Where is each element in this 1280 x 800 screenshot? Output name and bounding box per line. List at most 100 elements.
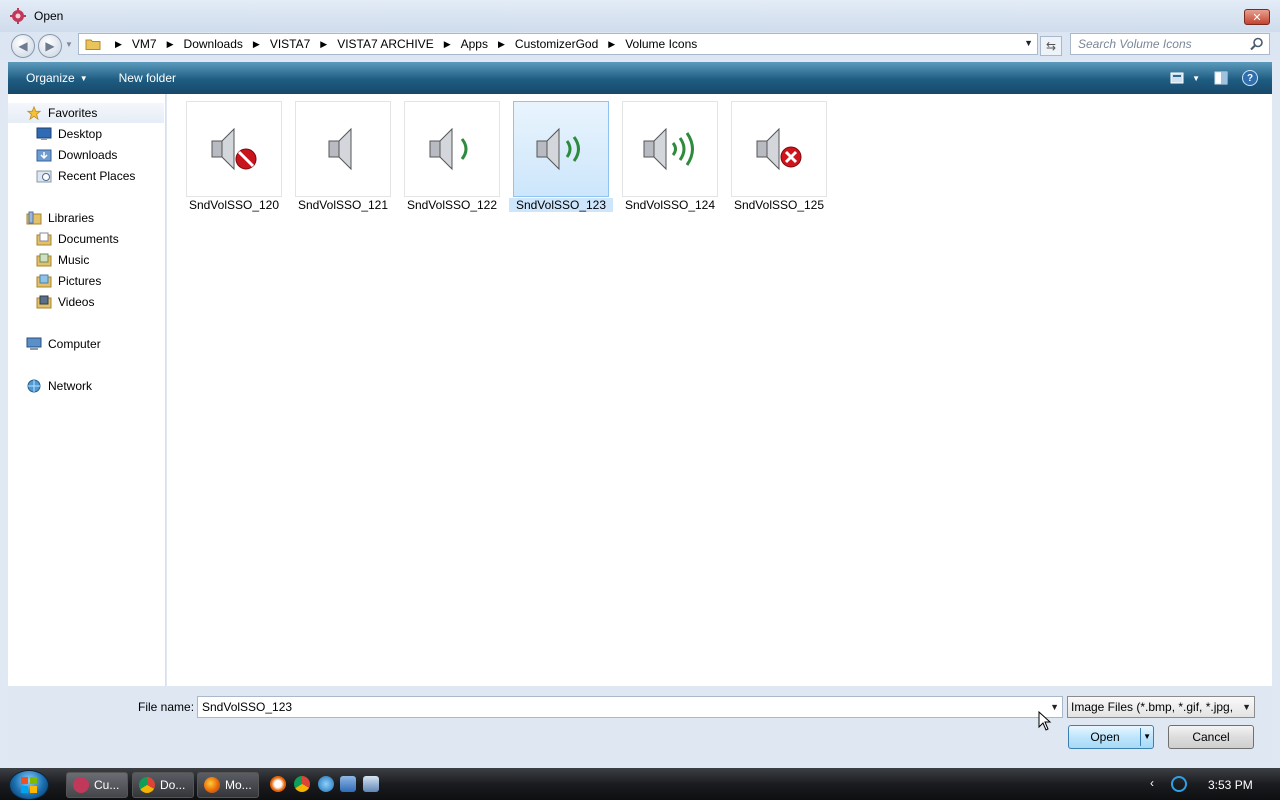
navigation-pane: Favorites Desktop Downloads Recent Place… [8,94,166,686]
videos-icon [36,295,52,309]
file-type-value: Image Files (*.bmp, *.gif, *.jpg, [1071,700,1234,714]
file-thumbnail [513,101,609,197]
app-gear-icon [73,777,89,793]
nav-documents[interactable]: Documents [36,229,119,249]
nav-favorites[interactable]: Favorites [8,103,164,123]
file-name: SndVolSSO_123 [509,198,613,212]
start-button[interactable] [9,770,49,800]
breadcrumb-item[interactable]: CustomizerGod ▶ [515,37,625,51]
nav-downloads[interactable]: Downloads [36,145,117,165]
file-name-input[interactable]: SndVolSSO_123 ▼ [197,696,1063,718]
quicklaunch-firefox-icon[interactable] [270,776,286,792]
chevron-down-icon: ▼ [1242,702,1251,712]
refresh-button[interactable]: ⇆ [1040,36,1062,56]
tray-app-icon[interactable] [1171,776,1187,792]
title-bar: Open ✕ [0,0,1280,32]
forward-arrow-icon: ▶ [45,39,55,53]
taskbar-item-chrome[interactable]: Do... [132,772,194,798]
file-thumbnail [731,101,827,197]
file-name-value: SndVolSSO_123 [202,700,293,714]
address-bar[interactable]: ▶ VM7 ▶ Downloads ▶ VISTA7 ▶ VISTA7 ARCHIVE… [78,33,1038,55]
file-name: SndVolSSO_125 [733,198,825,212]
taskbar-item-customizergod[interactable]: Cu... [66,772,128,798]
nav-computer[interactable]: Computer [26,334,101,354]
downloads-folder-icon [36,148,52,162]
file-type-select[interactable]: Image Files (*.bmp, *.gif, *.jpg, ▼ [1067,696,1255,718]
taskbar-item-firefox[interactable]: Mo... [197,772,259,798]
nav-videos[interactable]: Videos [36,292,94,312]
quicklaunch-switch-windows-icon[interactable] [363,776,379,792]
cancel-button[interactable]: Cancel [1168,725,1254,749]
file-item[interactable]: SndVolSSO_121 [295,101,399,213]
file-name: SndVolSSO_124 [624,198,716,212]
file-item[interactable]: SndVolSSO_120 [186,101,290,213]
organize-button[interactable]: Organize ▼ [26,71,88,85]
music-icon [36,253,52,267]
open-options-dropdown-icon[interactable]: ▼ [1143,732,1151,741]
nav-libraries[interactable]: Libraries [26,208,94,228]
quicklaunch-chrome-icon[interactable] [294,776,310,792]
quicklaunch-ie-icon[interactable] [318,776,334,792]
breadcrumb-item[interactable]: VISTA7 ▶ [270,37,337,51]
command-toolbar: Organize ▼ New folder ▼ ? [8,62,1272,94]
file-item[interactable]: SndVolSSO_122 [404,101,508,213]
speaker-low-icon [429,127,468,171]
refresh-icon: ⇆ [1045,39,1057,53]
close-button[interactable]: ✕ [1244,9,1270,25]
recent-pages-dropdown-icon[interactable]: ▼ [65,40,73,49]
libraries-icon [26,211,42,225]
new-folder-button[interactable]: New folder [119,71,176,85]
breadcrumb-item[interactable]: Downloads ▶ [184,37,270,51]
pictures-icon [36,274,52,288]
breadcrumb-sep[interactable]: ▶ [105,39,132,50]
breadcrumb-item[interactable]: Apps ▶ [461,37,515,51]
preview-pane-button[interactable] [1214,71,1228,85]
search-icon[interactable] [1250,37,1264,51]
speaker-high-icon [643,127,694,171]
file-item[interactable]: SndVolSSO_124 [622,101,726,213]
breadcrumb-item[interactable]: Volume Icons [625,37,697,51]
breadcrumb-item[interactable]: VISTA7 ARCHIVE ▶ [337,37,460,51]
folder-icon [85,39,101,50]
nav-pictures[interactable]: Pictures [36,271,101,291]
file-name: SndVolSSO_120 [188,198,280,212]
back-arrow-icon: ◀ [18,39,28,53]
file-item[interactable]: SndVolSSO_125 [731,101,835,213]
views-icon [1170,72,1184,84]
views-dropdown-icon[interactable]: ▼ [1192,74,1200,83]
search-placeholder: Search Volume Icons [1078,37,1192,51]
file-item-selected[interactable]: SndVolSSO_123 [509,101,617,213]
open-button[interactable]: Open ▼ [1068,725,1154,749]
computer-icon [26,337,42,351]
dialog-footer: File name: SndVolSSO_123 ▼ Image Files (… [8,686,1272,762]
network-icon [26,379,42,393]
forward-button[interactable]: ▶ [38,34,62,58]
close-icon: ✕ [1252,11,1262,24]
back-button[interactable]: ◀ [11,34,35,58]
app-gear-icon [10,8,26,24]
mouse-cursor-icon [1038,711,1052,731]
window-title: Open [34,9,64,23]
nav-recent-places[interactable]: Recent Places [36,166,135,186]
file-name: SndVolSSO_122 [406,198,498,212]
help-icon[interactable]: ? [1242,70,1258,86]
chevron-down-icon: ▼ [79,73,88,83]
desktop-icon [36,127,52,141]
recent-places-icon [36,169,52,183]
windows-logo-icon [21,777,37,793]
views-button[interactable]: ▼ [1170,72,1200,84]
file-thumbnail [622,101,718,197]
taskbar: Cu... Do... Mo... ‹ 3:53 PM [0,768,1280,800]
search-input[interactable]: Search Volume Icons [1070,33,1270,55]
nav-music[interactable]: Music [36,250,89,270]
address-dropdown-icon[interactable]: ▼ [1024,38,1033,48]
firefox-icon [204,777,220,793]
nav-desktop[interactable]: Desktop [36,124,102,144]
file-name: SndVolSSO_121 [297,198,389,212]
nav-network[interactable]: Network [26,376,92,396]
quicklaunch-desktop-icon[interactable] [340,776,356,792]
taskbar-clock[interactable]: 3:53 PM [1208,778,1253,792]
breadcrumb-item[interactable]: VM7 ▶ [132,37,184,51]
show-hidden-icons-icon[interactable]: ‹ [1150,776,1154,790]
file-thumbnail [404,101,500,197]
